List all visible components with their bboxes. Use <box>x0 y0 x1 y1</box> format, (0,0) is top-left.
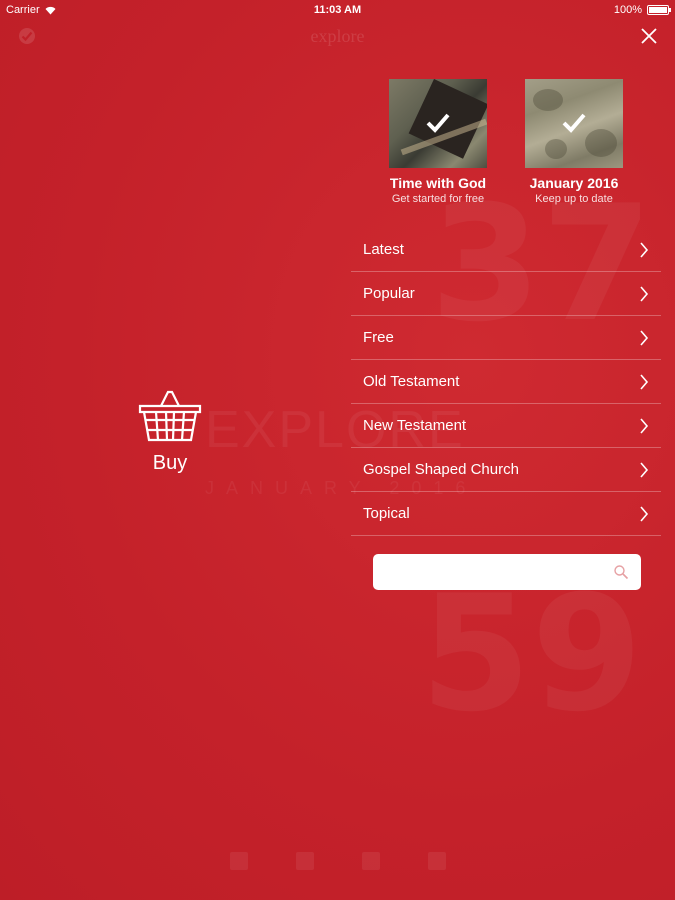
status-right: 100% <box>613 4 671 16</box>
buy-label: Buy <box>152 452 188 474</box>
thumbnail-shape <box>545 139 567 159</box>
thumbnail-shape <box>533 89 563 111</box>
menu-item-label: Old Testament <box>363 373 460 390</box>
close-icon <box>641 28 657 44</box>
featured-thumbnail <box>525 79 623 168</box>
faded-tab-icon <box>230 852 248 870</box>
menu-item-gospel-shaped-church[interactable]: Gospel Shaped Church <box>351 448 661 492</box>
menu-item-label: Gospel Shaped Church <box>363 461 519 478</box>
chevron-right-icon <box>640 241 649 258</box>
featured-time-with-god[interactable]: Time with God Get started for free <box>373 79 503 205</box>
chevron-right-icon <box>640 329 649 346</box>
search-icon[interactable] <box>613 564 629 580</box>
chevron-right-icon <box>640 505 649 522</box>
menu-item-free[interactable]: Free <box>351 316 661 360</box>
chevron-right-icon <box>640 373 649 390</box>
menu-item-label: Free <box>363 329 394 346</box>
category-menu: Latest Popular Free Old Testament New Te… <box>351 228 661 536</box>
close-button[interactable] <box>637 24 661 48</box>
menu-item-topical[interactable]: Topical <box>351 492 661 536</box>
check-icon <box>426 113 450 133</box>
faded-tab-icon <box>428 852 446 870</box>
chevron-right-icon <box>640 461 649 478</box>
menu-item-label: Topical <box>363 505 410 522</box>
battery-fill <box>649 7 667 13</box>
status-bar: Carrier 11:03 AM 100% <box>0 0 675 20</box>
chevron-right-icon <box>640 417 649 434</box>
featured-title: Time with God <box>389 175 487 191</box>
featured-title: January 2016 <box>529 175 619 191</box>
search-input[interactable] <box>373 554 641 590</box>
status-time: 11:03 AM <box>313 4 362 16</box>
featured-subtitle: Keep up to date <box>535 193 613 205</box>
menu-item-old-testament[interactable]: Old Testament <box>351 360 661 404</box>
menu-item-new-testament[interactable]: New Testament <box>351 404 661 448</box>
nav-title: explore <box>310 26 365 46</box>
buy-button[interactable]: Buy <box>134 388 206 475</box>
menu-item-label: Popular <box>363 285 415 302</box>
battery-icon <box>647 5 671 15</box>
battery-percent: 100% <box>613 4 642 16</box>
menu-item-popular[interactable]: Popular <box>351 272 661 316</box>
menu-item-label: Latest <box>363 241 404 258</box>
faded-tab-icon <box>362 852 380 870</box>
featured-thumbnail <box>389 79 487 168</box>
check-icon <box>562 113 586 133</box>
menu-item-latest[interactable]: Latest <box>351 228 661 272</box>
featured-subtitle: Get started for free <box>391 193 485 205</box>
basket-icon <box>138 390 202 442</box>
faded-tab-icon <box>296 852 314 870</box>
featured-january-2016[interactable]: January 2016 Keep up to date <box>509 79 639 205</box>
chevron-right-icon <box>640 285 649 302</box>
thumbnail-shape <box>585 129 617 157</box>
menu-item-label: New Testament <box>363 417 467 434</box>
